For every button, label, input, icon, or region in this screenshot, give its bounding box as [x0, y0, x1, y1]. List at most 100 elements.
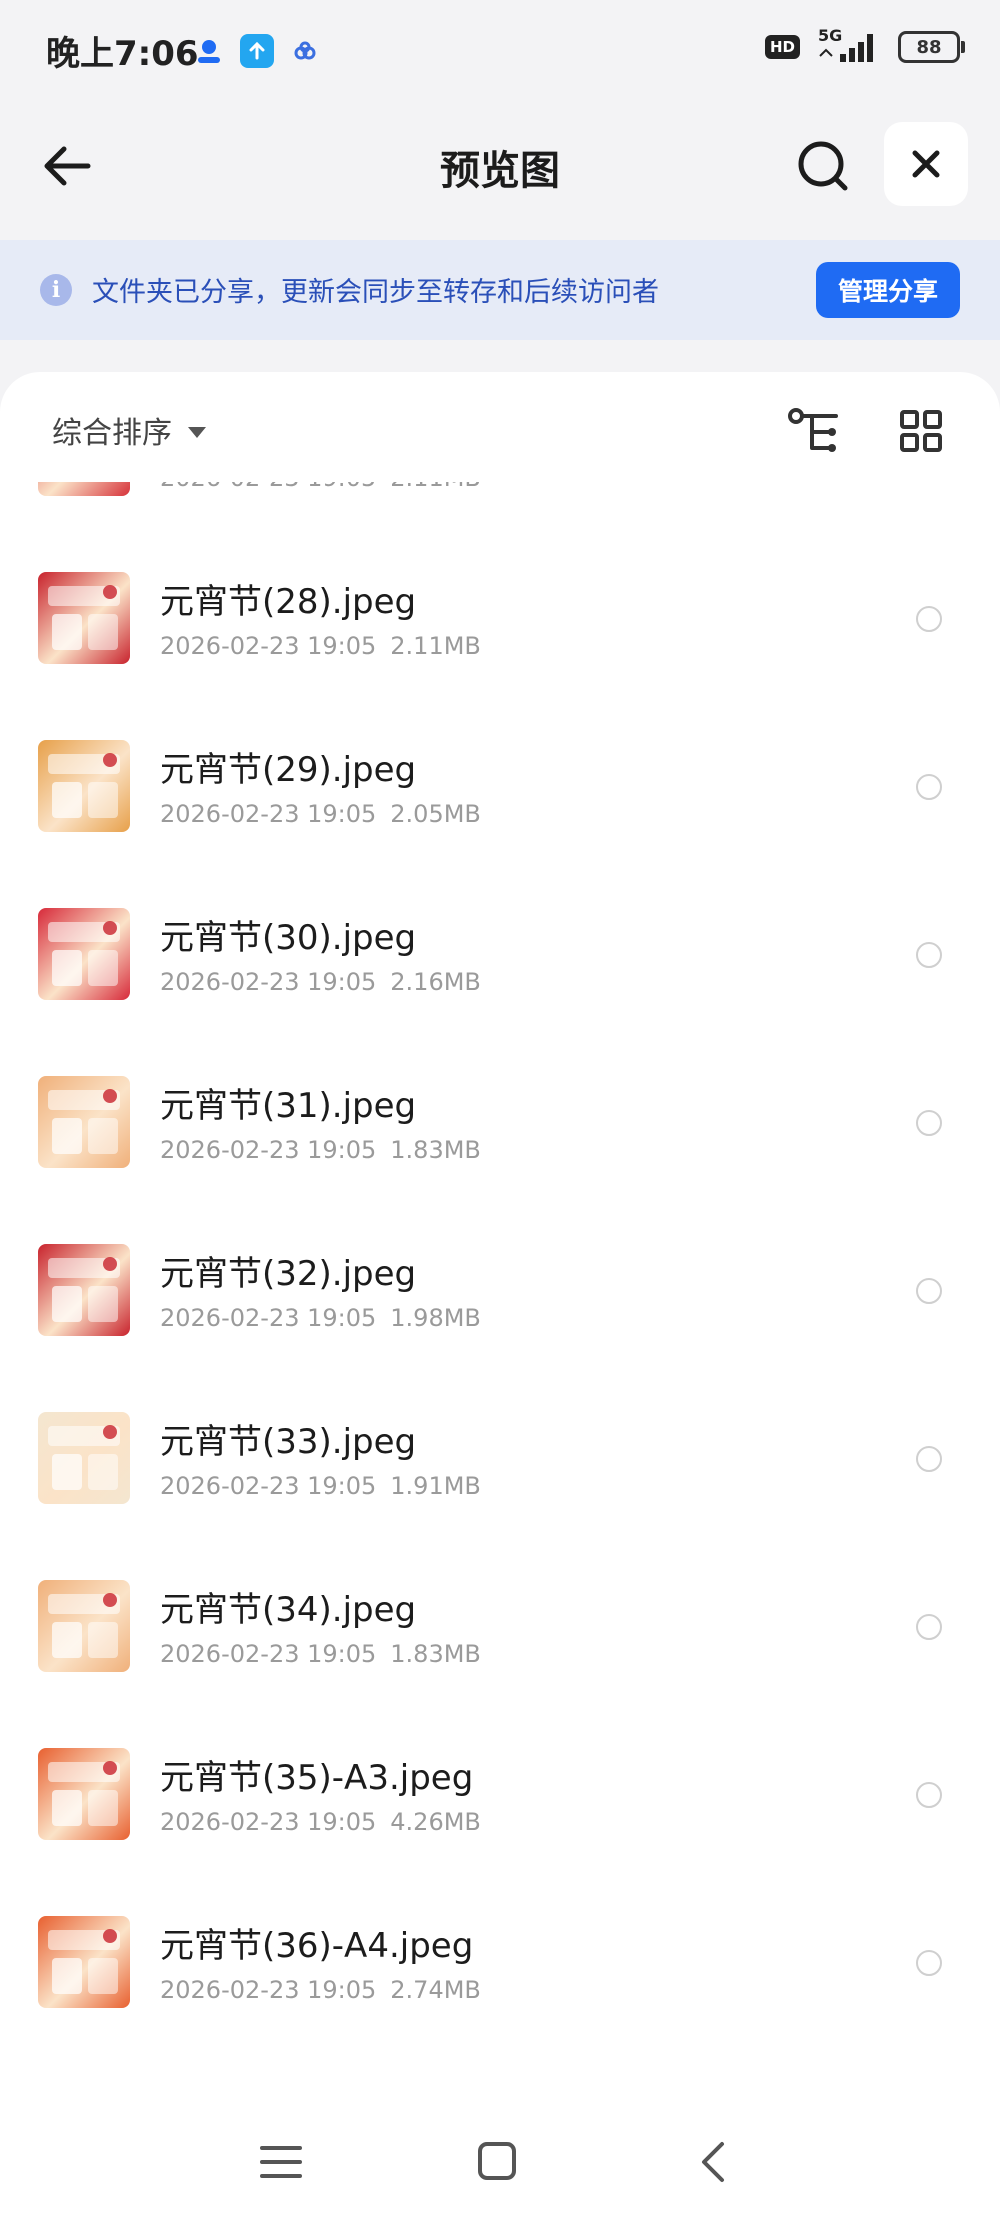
file-name: 元宵节(32).jpeg	[160, 1254, 417, 1294]
file-name: 元宵节(33).jpeg	[160, 1422, 417, 1462]
nav-back-button[interactable]	[690, 2140, 740, 2184]
file-date: 2026-02-23 19:05	[160, 1640, 377, 1668]
status-indicators: HD 5G 88	[764, 26, 965, 64]
file-row[interactable]: 元宵节(28).jpeg 2026-02-23 19:05 2.11MB	[0, 534, 1000, 702]
cloud-app-icon	[288, 34, 322, 68]
sort-label: 综合排序	[52, 416, 172, 451]
sort-dropdown[interactable]: 综合排序	[52, 408, 206, 452]
file-thumbnail	[38, 1580, 130, 1672]
file-date: 2026-02-23 19:05	[160, 632, 377, 660]
file-row[interactable]: 2026-02-23 19:05 2.11MB	[0, 482, 1000, 534]
battery-indicator: 88	[898, 31, 965, 63]
file-date: 2026-02-23 19:05	[160, 800, 377, 828]
file-thumbnail	[38, 1412, 130, 1504]
file-date: 2026-02-23 19:05	[160, 1472, 377, 1500]
file-row[interactable]: 元宵节(34).jpeg 2026-02-23 19:05 1.83MB	[0, 1542, 1000, 1710]
file-date: 2026-02-23 19:05	[160, 968, 377, 996]
top-bar: 预览图	[0, 100, 1000, 240]
file-row[interactable]: 元宵节(35)-A3.jpeg 2026-02-23 19:05 4.26MB	[0, 1710, 1000, 1878]
file-thumbnail	[38, 1244, 130, 1336]
select-radio[interactable]	[916, 1614, 942, 1640]
file-row[interactable]: 元宵节(36)-A4.jpeg 2026-02-23 19:05 2.74MB	[0, 1878, 1000, 2046]
search-icon	[798, 141, 848, 191]
file-meta: 2026-02-23 19:05 1.98MB	[160, 1304, 481, 1332]
file-size: 1.83MB	[390, 1640, 481, 1668]
file-meta: 2026-02-23 19:05 1.83MB	[160, 1640, 481, 1668]
upload-app-icon	[240, 34, 274, 68]
file-name: 元宵节(35)-A3.jpeg	[160, 1758, 474, 1798]
file-meta: 2026-02-23 19:05 1.83MB	[160, 1136, 481, 1164]
system-nav-bar	[0, 2100, 1000, 2222]
tree-view-button[interactable]	[788, 408, 840, 456]
file-size: 2.11MB	[390, 482, 481, 492]
select-radio[interactable]	[916, 774, 942, 800]
info-icon: i	[40, 274, 72, 306]
file-list-card: 综合排序 2026-02-23 19:052.11MB元宵节(28).jpeg2…	[0, 372, 1000, 2222]
file-size: 2.74MB	[390, 1976, 481, 2004]
select-radio[interactable]	[916, 942, 942, 968]
select-radio[interactable]	[916, 1446, 942, 1472]
share-banner: i 文件夹已分享，更新会同步至转存和后续访问者 管理分享	[0, 240, 1000, 340]
file-thumbnail	[38, 482, 130, 496]
file-name: 元宵节(34).jpeg	[160, 1590, 417, 1630]
file-size: 4.26MB	[390, 1808, 481, 1836]
select-radio[interactable]	[916, 1278, 942, 1304]
file-size: 1.83MB	[390, 1136, 481, 1164]
file-row[interactable]: 元宵节(29).jpeg 2026-02-23 19:05 2.05MB	[0, 702, 1000, 870]
file-thumbnail	[38, 908, 130, 1000]
file-thumbnail	[38, 572, 130, 664]
menu-button[interactable]	[256, 2140, 306, 2184]
file-row[interactable]: 元宵节(33).jpeg 2026-02-23 19:05 1.91MB	[0, 1374, 1000, 1542]
file-row[interactable]: 元宵节(30).jpeg 2026-02-23 19:05 2.16MB	[0, 870, 1000, 1038]
file-meta: 2026-02-23 19:05 2.16MB	[160, 968, 481, 996]
file-meta: 2026-02-23 19:05 4.26MB	[160, 1808, 481, 1836]
grid-view-button[interactable]	[900, 410, 942, 452]
file-meta: 2026-02-23 19:05 2.11MB	[160, 482, 481, 492]
file-meta: 2026-02-23 19:05 2.11MB	[160, 632, 481, 660]
file-date: 2026-02-23 19:05	[160, 1808, 377, 1836]
file-thumbnail	[38, 1076, 130, 1168]
file-size: 2.11MB	[390, 632, 481, 660]
file-date: 2026-02-23 19:05	[160, 1136, 377, 1164]
select-radio[interactable]	[916, 1950, 942, 1976]
menu-icon	[260, 2146, 302, 2178]
status-time: 晚上7:06	[46, 34, 199, 74]
manage-share-button[interactable]: 管理分享	[816, 262, 960, 318]
file-date: 2026-02-23 19:05	[160, 1976, 377, 2004]
file-size: 2.16MB	[390, 968, 481, 996]
file-size: 1.98MB	[390, 1304, 481, 1332]
file-row[interactable]: 元宵节(32).jpeg 2026-02-23 19:05 1.98MB	[0, 1206, 1000, 1374]
file-row[interactable]: 元宵节(31).jpeg 2026-02-23 19:05 1.83MB	[0, 1038, 1000, 1206]
file-name: 元宵节(36)-A4.jpeg	[160, 1926, 474, 1966]
file-name: 元宵节(28).jpeg	[160, 582, 417, 622]
sort-toolbar: 综合排序	[0, 372, 1000, 482]
close-button[interactable]	[884, 122, 968, 206]
select-radio[interactable]	[916, 1782, 942, 1808]
status-app-icons	[192, 34, 322, 68]
file-meta: 2026-02-23 19:05 1.91MB	[160, 1472, 481, 1500]
file-thumbnail	[38, 1916, 130, 2008]
select-radio[interactable]	[916, 606, 942, 632]
hd-badge: HD	[764, 35, 800, 59]
tree-view-icon	[788, 408, 838, 452]
file-meta: 2026-02-23 19:05 2.74MB	[160, 1976, 481, 2004]
file-thumbnail	[38, 1748, 130, 1840]
home-square-icon	[478, 2142, 516, 2180]
file-name: 元宵节(29).jpeg	[160, 750, 417, 790]
file-name: 元宵节(30).jpeg	[160, 918, 417, 958]
signal-icon: 5G	[816, 26, 882, 64]
bank-app-icon	[192, 34, 226, 68]
caret-down-icon	[188, 426, 206, 438]
file-size: 1.91MB	[390, 1472, 481, 1500]
select-radio[interactable]	[916, 1110, 942, 1136]
status-bar: 晚上7:06 HD 5G 88	[0, 0, 1000, 100]
chevron-left-icon	[702, 2142, 724, 2182]
file-list: 2026-02-23 19:05 2.11MB 元宵节(28).jpeg 2026-0…	[0, 482, 1000, 2082]
search-button[interactable]	[793, 136, 853, 196]
file-meta: 2026-02-23 19:05 2.05MB	[160, 800, 481, 828]
file-size: 2.05MB	[390, 800, 481, 828]
close-icon	[912, 150, 940, 178]
home-button[interactable]	[472, 2140, 522, 2184]
file-date: 2026-02-23 19:05	[160, 482, 376, 492]
grid-view-icon	[900, 410, 942, 452]
